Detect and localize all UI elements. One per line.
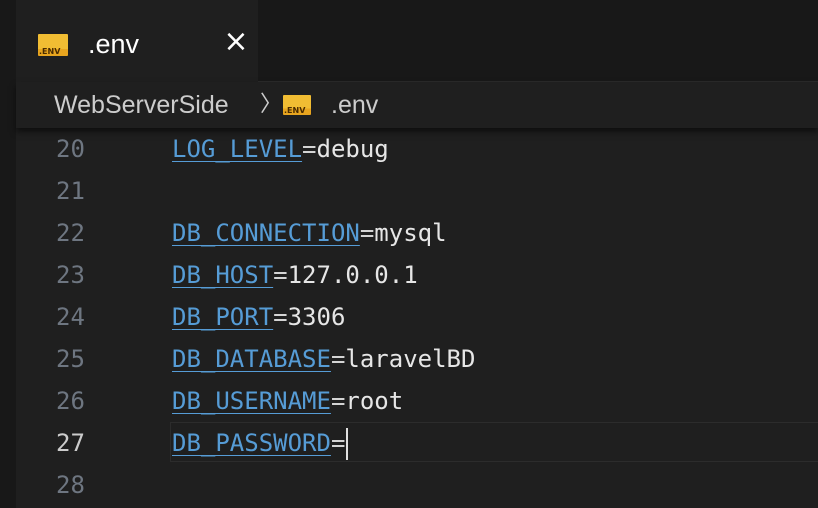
line-number: 26: [56, 387, 85, 415]
code-line[interactable]: 23 DB_HOST=127.0.0.1: [16, 254, 818, 296]
tab-label: .env: [88, 29, 140, 59]
env-equals: =: [330, 345, 346, 373]
env-file-icon: .ENV: [38, 34, 68, 56]
tab-bar-empty-area[interactable]: [258, 0, 818, 82]
env-file-icon-text: .ENV: [39, 47, 61, 56]
breadcrumb-file[interactable]: .env: [331, 87, 378, 123]
env-value: mysql: [374, 219, 447, 247]
code-line[interactable]: 20 LOG_LEVEL=debug: [16, 128, 818, 170]
line-number: 23: [56, 261, 85, 289]
line-number: 27: [56, 429, 85, 457]
line-number: 25: [56, 345, 85, 373]
breadcrumb-folder[interactable]: WebServerSide: [54, 87, 229, 123]
env-key: DB_CONNECTION: [172, 219, 360, 247]
env-key: DB_PORT: [172, 303, 274, 331]
env-key: LOG_LEVEL: [172, 135, 303, 163]
code-line[interactable]: 24 DB_PORT=3306: [16, 296, 818, 338]
env-equals: =: [273, 261, 288, 289]
env-value: 3306: [287, 303, 346, 331]
line-number: 24: [56, 303, 85, 331]
env-value: debug: [316, 135, 389, 163]
env-key: DB_HOST: [172, 261, 274, 289]
env-equals: =: [330, 387, 346, 415]
line-number: 28: [56, 471, 85, 499]
code-text[interactable]: DB_USERNAME=root: [172, 380, 403, 422]
breadcrumb: WebServerSide 〉 .ENV .env: [16, 82, 818, 128]
code-line[interactable]: 21: [16, 170, 818, 212]
code-text[interactable]: DB_PORT=3306: [172, 296, 345, 338]
env-key: DB_PASSWORD: [172, 429, 331, 457]
code-text[interactable]: LOG_LEVEL=debug: [172, 128, 389, 170]
code-line[interactable]: 27 DB_PASSWORD=: [16, 422, 818, 464]
env-equals: =: [359, 219, 375, 247]
code-text[interactable]: DB_DATABASE=laravelBD: [172, 338, 475, 380]
code-line[interactable]: 26 DB_USERNAME=root: [16, 380, 818, 422]
env-key: DB_DATABASE: [172, 345, 331, 373]
env-file-icon: .ENV: [283, 95, 311, 115]
code-text[interactable]: DB_HOST=127.0.0.1: [172, 254, 418, 296]
env-value: laravelBD: [345, 345, 476, 373]
code-line[interactable]: 28: [16, 464, 818, 506]
chevron-right-icon: 〉: [260, 92, 283, 117]
env-file-icon-text: .ENV: [284, 106, 306, 115]
line-number: 21: [56, 177, 85, 205]
env-value: 127.0.0.1: [287, 261, 418, 289]
tab-env[interactable]: .ENV .env ×: [16, 0, 258, 82]
close-icon[interactable]: ×: [219, 23, 253, 61]
line-number: 22: [56, 219, 85, 247]
env-value: root: [345, 387, 404, 415]
code-line[interactable]: 25 DB_DATABASE=laravelBD: [16, 338, 818, 380]
text-cursor: [346, 428, 349, 460]
code-line[interactable]: 22 DB_CONNECTION=mysql: [16, 212, 818, 254]
env-equals: =: [302, 135, 317, 163]
activity-edge: [0, 0, 16, 508]
env-equals: =: [330, 429, 346, 457]
code-text[interactable]: DB_PASSWORD=: [172, 422, 349, 464]
code-editor[interactable]: 20 LOG_LEVEL=debug 21 22 DB_CONNECTION=mysql…: [16, 128, 818, 508]
code-text[interactable]: DB_CONNECTION=mysql: [172, 212, 447, 254]
env-key: DB_USERNAME: [172, 387, 331, 415]
line-number: 20: [56, 135, 85, 163]
env-equals: =: [273, 303, 288, 331]
editor-window: .ENV .env × WebServerSide 〉 .ENV .env 20…: [0, 0, 818, 508]
